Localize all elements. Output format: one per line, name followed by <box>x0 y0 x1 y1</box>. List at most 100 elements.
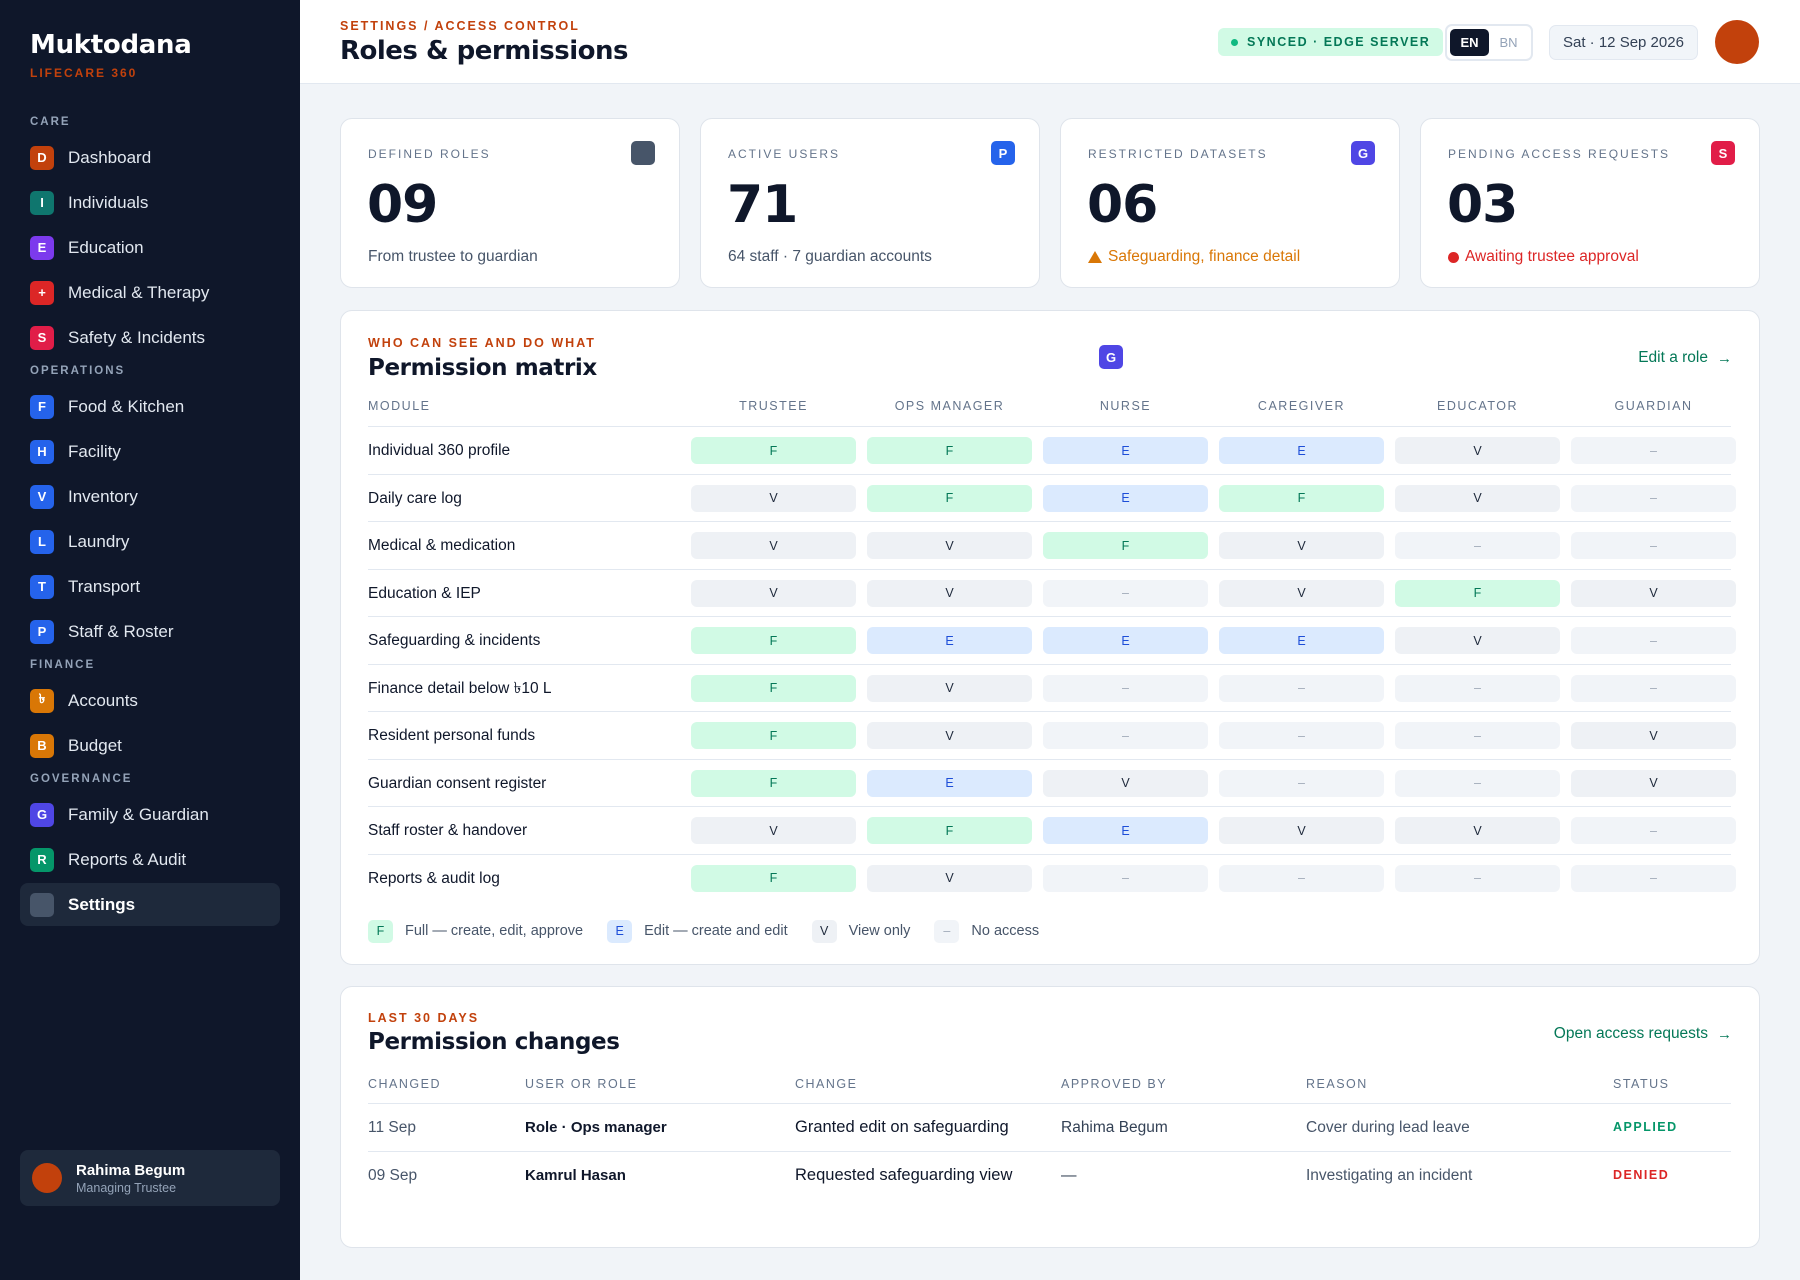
permission-cell[interactable]: V <box>867 674 1032 702</box>
permission-cell[interactable]: V <box>691 484 856 512</box>
permission-cell[interactable]: V <box>867 579 1032 607</box>
permission-cell[interactable]: F <box>1043 532 1208 559</box>
permission-cell[interactable]: E <box>1219 437 1384 464</box>
sidebar-item-reports-audit[interactable]: R Reports & Audit <box>20 838 280 881</box>
matrix-row: Reports & audit log F V – – – – <box>368 853 1736 902</box>
permission-cell[interactable]: V <box>691 817 856 844</box>
sidebar-item-accounts[interactable]: ৳ Accounts <box>20 679 280 722</box>
permission-cell[interactable]: F <box>691 864 856 892</box>
changes-title: Permission changes <box>368 1029 620 1055</box>
permission-cell[interactable]: E <box>1043 817 1208 844</box>
permission-cell[interactable]: – <box>1219 769 1384 797</box>
sidebar-item-staff-roster[interactable]: P Staff & Roster <box>20 610 280 653</box>
permission-cell[interactable]: F <box>691 627 856 654</box>
permission-cell[interactable]: V <box>1395 437 1560 464</box>
permission-cell[interactable]: V <box>691 532 856 559</box>
permission-cell[interactable]: – <box>1043 722 1208 749</box>
permission-cell[interactable]: – <box>1395 722 1560 749</box>
permission-cell[interactable]: – <box>1571 674 1736 702</box>
sidebar: Muktodana LIFECARE 360 CARE D Dashboard I In… <box>0 0 300 1280</box>
permission-cell[interactable]: – <box>1571 484 1736 512</box>
permission-cell[interactable]: E <box>1219 627 1384 654</box>
permission-cell[interactable]: F <box>1219 484 1384 512</box>
change-user: Kamrul Hasan <box>525 1166 626 1184</box>
permission-cell[interactable]: – <box>1571 627 1736 654</box>
column-header-user-or-role: USER OR ROLE <box>525 1077 638 1091</box>
permission-cell[interactable]: – <box>1571 532 1736 559</box>
user-card[interactable]: Rahima Begum Managing Trustee <box>20 1150 280 1206</box>
sidebar-item-safety-incidents[interactable]: S Safety & Incidents <box>20 316 280 359</box>
permission-cell[interactable]: – <box>1219 864 1384 892</box>
permission-cell[interactable]: F <box>691 769 856 797</box>
legend-label: Edit — create and edit <box>644 923 788 939</box>
permission-cell[interactable]: V <box>1571 722 1736 749</box>
permission-cell[interactable]: – <box>1395 532 1560 559</box>
sidebar-item-family-guardian[interactable]: G Family & Guardian <box>20 793 280 836</box>
permission-cell[interactable]: – <box>1219 674 1384 702</box>
permission-cell[interactable]: – <box>1395 864 1560 892</box>
permission-cell[interactable]: F <box>1395 579 1560 607</box>
sidebar-item-inventory[interactable]: V Inventory <box>20 475 280 518</box>
permission-cell[interactable]: – <box>1043 864 1208 892</box>
sidebar-item-laundry[interactable]: L Laundry <box>20 520 280 563</box>
stat-note-text: Awaiting trustee approval <box>1465 248 1639 265</box>
permission-cell[interactable]: E <box>1043 627 1208 654</box>
permission-cell[interactable]: F <box>867 484 1032 512</box>
permission-cell[interactable]: F <box>867 437 1032 464</box>
permission-cell[interactable]: – <box>1571 817 1736 844</box>
permission-cell[interactable]: E <box>867 627 1032 654</box>
laundry-icon: L <box>30 529 54 554</box>
permission-cell[interactable]: E <box>1043 484 1208 512</box>
stat-value: 06 <box>1087 175 1158 235</box>
permission-cell[interactable]: – <box>1571 437 1736 464</box>
module-label: Safeguarding & incidents <box>368 632 541 649</box>
permission-cell[interactable]: – <box>1043 674 1208 702</box>
permission-cell[interactable]: V <box>1219 817 1384 844</box>
permission-cell[interactable]: – <box>1571 864 1736 892</box>
permission-cell[interactable]: V <box>867 532 1032 559</box>
edit-role-link[interactable]: Edit a role → <box>1638 349 1732 367</box>
module-label: Daily care log <box>368 489 462 507</box>
sidebar-item-dashboard[interactable]: D Dashboard <box>20 136 280 179</box>
sidebar-item-education[interactable]: E Education <box>20 226 280 269</box>
table-row[interactable]: 09 Sep Kamrul Hasan Requested safeguarding… <box>368 1150 1731 1199</box>
open-access-requests-link[interactable]: Open access requests → <box>1554 1025 1732 1043</box>
permission-cell[interactable]: F <box>691 437 856 464</box>
sidebar-item-medical-therapy[interactable]: + Medical & Therapy <box>20 271 280 314</box>
sidebar-item-transport[interactable]: T Transport <box>20 565 280 608</box>
permission-cell[interactable]: V <box>1395 627 1560 654</box>
open-access-requests-label: Open access requests <box>1553 1025 1708 1042</box>
permission-cell[interactable]: – <box>1395 674 1560 702</box>
permission-cell[interactable]: V <box>1395 817 1560 844</box>
permission-cell[interactable]: V <box>867 722 1032 749</box>
permission-cell[interactable]: F <box>691 674 856 702</box>
stat-card-defined-roles: DEFINED ROLES 09 From trustee to guardian <box>340 118 680 288</box>
language-bn-button[interactable]: BN <box>1489 29 1528 56</box>
permission-cell[interactable]: V <box>1571 579 1736 607</box>
table-row[interactable]: 11 Sep Role · Ops manager Granted edit on … <box>368 1103 1731 1151</box>
sidebar-item-settings[interactable]: Settings <box>20 883 280 926</box>
permission-cell[interactable]: V <box>1219 532 1384 559</box>
permission-cell[interactable]: E <box>1043 437 1208 464</box>
language-en-button[interactable]: EN <box>1450 29 1489 56</box>
permission-cell[interactable]: V <box>1395 484 1560 512</box>
permission-cell[interactable]: V <box>1043 769 1208 797</box>
sidebar-item-budget[interactable]: B Budget <box>20 724 280 767</box>
permission-cell[interactable]: V <box>1571 769 1736 797</box>
permission-cell[interactable]: – <box>1043 579 1208 607</box>
legend-label: View only <box>848 923 911 939</box>
permission-cell[interactable]: – <box>1395 769 1560 797</box>
permission-cell[interactable]: F <box>691 722 856 749</box>
permission-cell[interactable]: F <box>867 817 1032 844</box>
permission-cell[interactable]: E <box>867 769 1032 797</box>
avatar[interactable] <box>1715 20 1759 64</box>
permission-cell[interactable]: V <box>691 579 856 607</box>
stat-note: Safeguarding, finance detail <box>1088 248 1300 266</box>
user-role: Managing Trustee <box>76 1180 177 1195</box>
permission-cell[interactable]: – <box>1219 722 1384 749</box>
permission-cell[interactable]: V <box>867 864 1032 892</box>
permission-cell[interactable]: V <box>1219 579 1384 607</box>
sidebar-item-individuals[interactable]: I Individuals <box>20 181 280 224</box>
sidebar-item-food-kitchen[interactable]: F Food & Kitchen <box>20 385 280 428</box>
sidebar-item-facility[interactable]: H Facility <box>20 430 280 473</box>
